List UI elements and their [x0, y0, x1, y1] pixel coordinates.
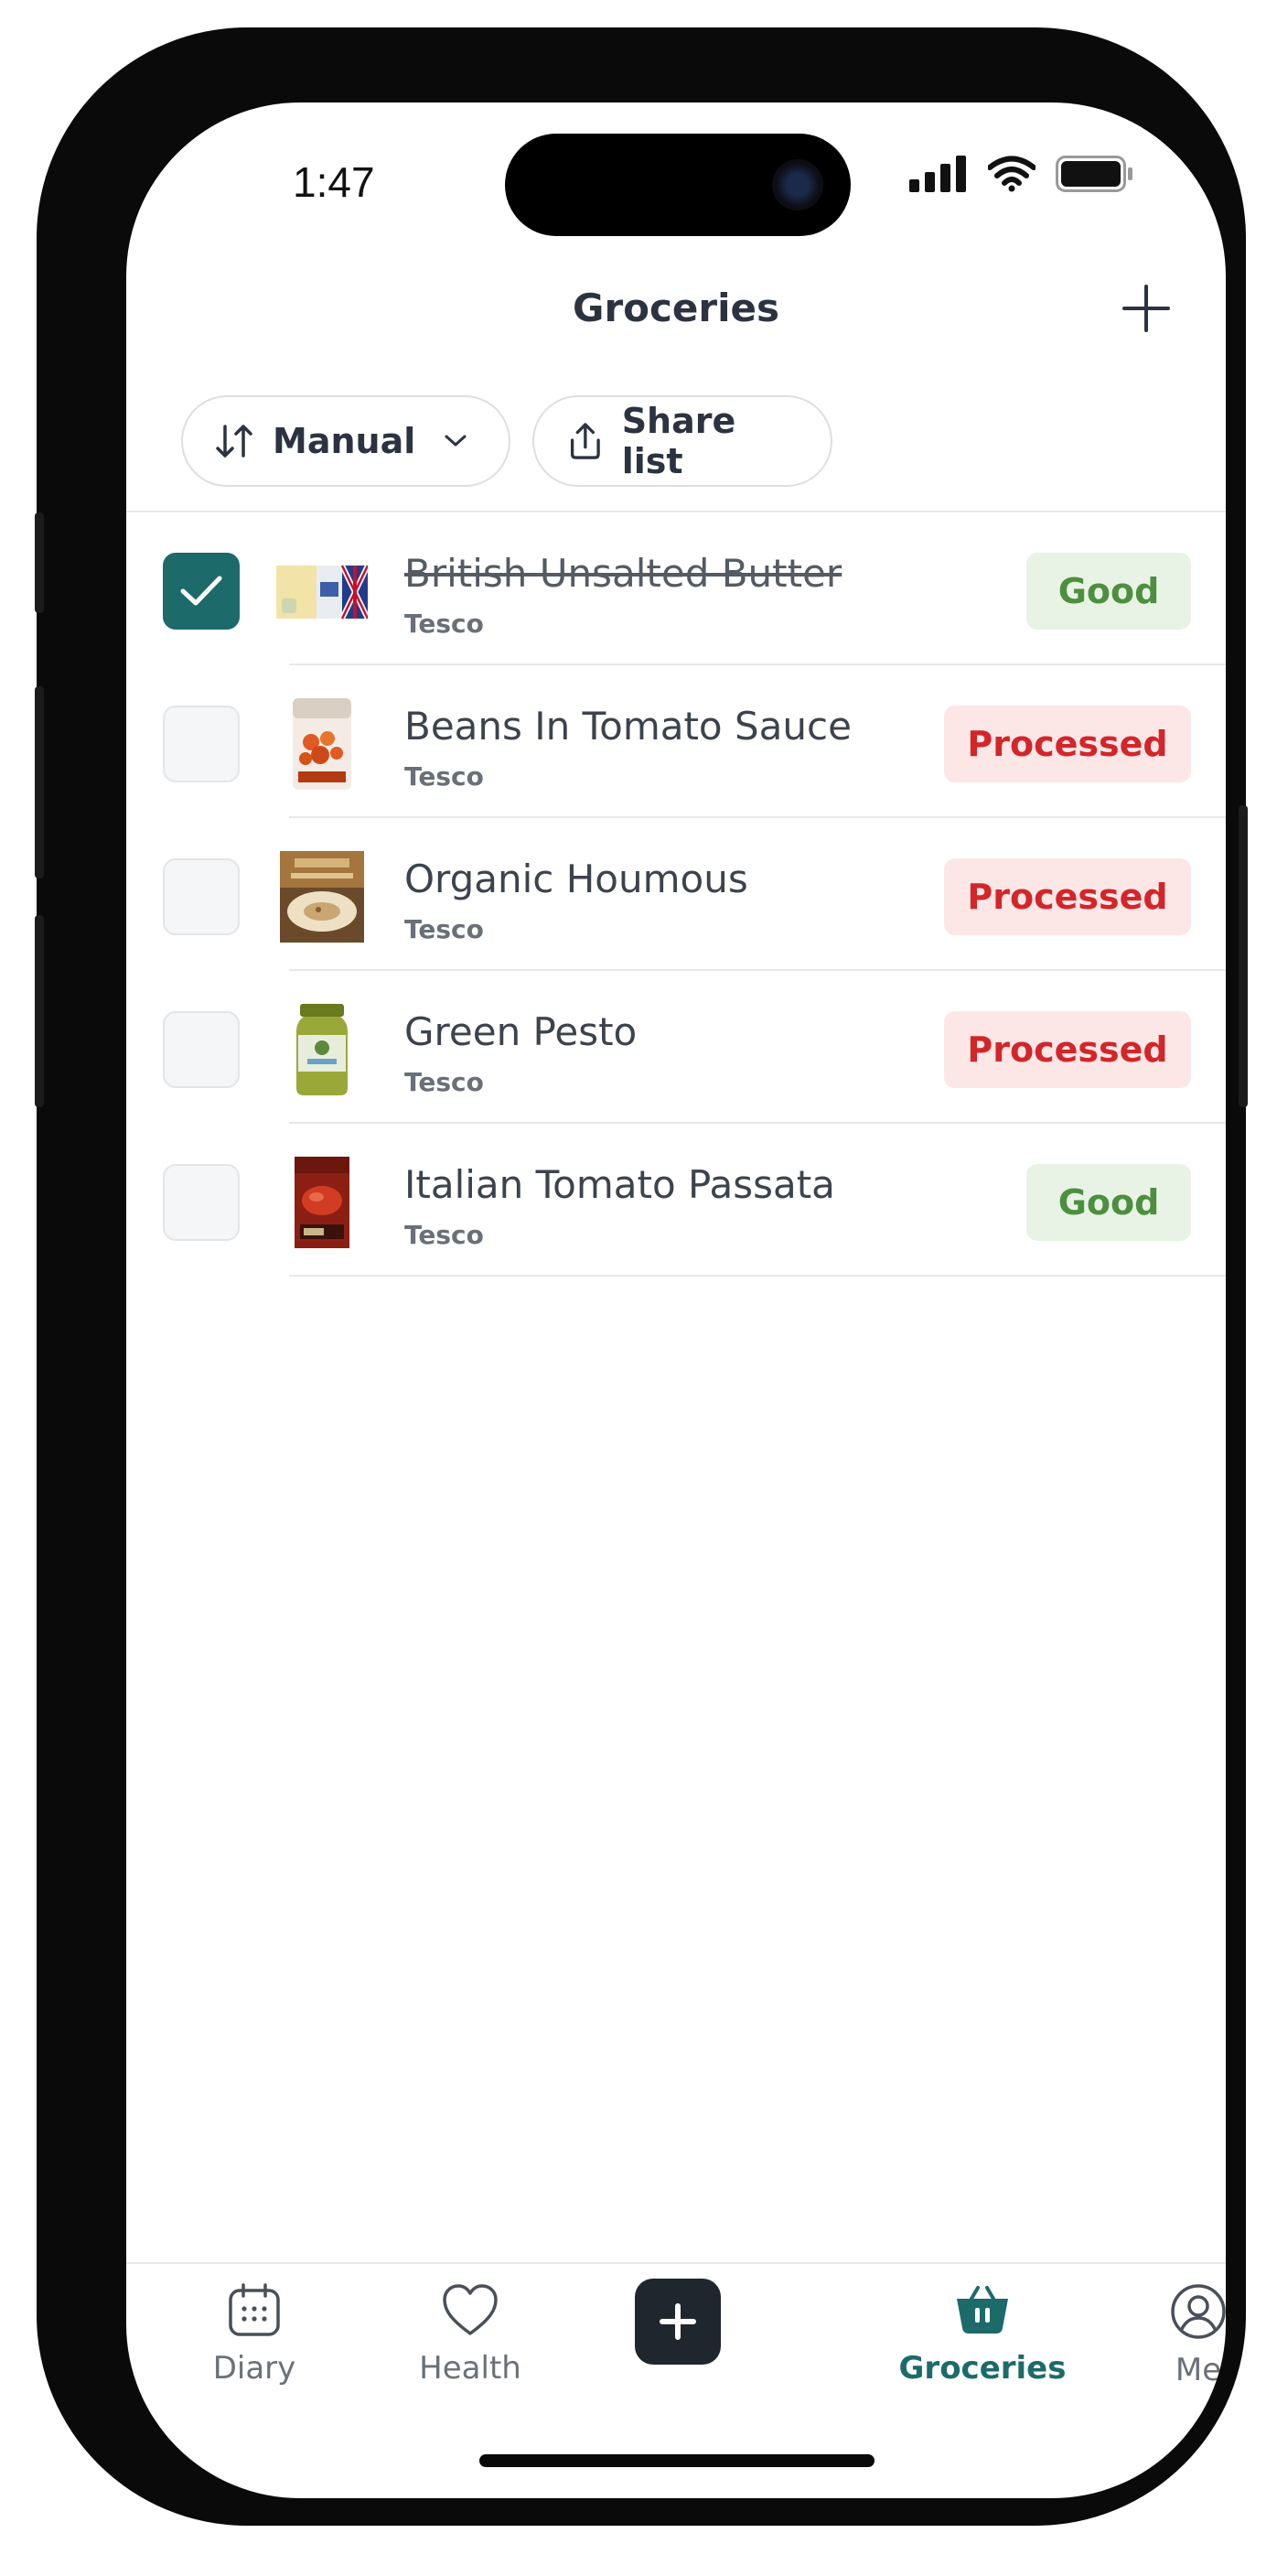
status-time: 1:47 [293, 158, 375, 206]
item-store: Tesco [404, 914, 484, 944]
bottom-nav: Diary Health Groceries Me [126, 2262, 1226, 2445]
list-item[interactable]: Italian Tomato Passata Tesco Good [126, 1124, 1226, 1277]
sort-dropdown[interactable]: Manual [181, 395, 510, 487]
volume-down-button [35, 915, 44, 1107]
list-item[interactable]: British Unsalted Butter Tesco Good [126, 512, 1226, 665]
rating-badge: Processed [944, 706, 1191, 782]
nav-me[interactable]: Me [1116, 2282, 1226, 2388]
checkmark-icon [180, 576, 222, 606]
item-checkbox[interactable] [163, 553, 240, 630]
product-image-passata [295, 1157, 349, 1248]
product-image-butter [276, 564, 368, 620]
nav-groceries[interactable]: Groceries [898, 2282, 1067, 2387]
list-item[interactable]: Green Pesto Tesco Processed [126, 971, 1226, 1124]
profile-icon [1171, 2284, 1226, 2339]
calendar-icon [229, 2283, 280, 2336]
add-item-button[interactable] [1114, 276, 1178, 340]
nav-me-label: Me [1175, 2352, 1222, 2388]
plus-icon [660, 2303, 696, 2340]
home-indicator[interactable] [479, 2454, 875, 2467]
basket-icon [957, 2286, 1008, 2333]
battery-icon [1056, 156, 1132, 192]
plus-icon [1122, 285, 1170, 332]
sort-icon [216, 425, 252, 458]
item-checkbox[interactable] [163, 706, 240, 782]
product-image-houmous [280, 851, 364, 943]
item-store: Tesco [404, 1220, 484, 1250]
item-store: Tesco [404, 609, 484, 639]
item-checkbox[interactable] [163, 1011, 240, 1088]
volume-up-button [35, 686, 44, 878]
heart-icon [443, 2284, 498, 2335]
item-name: Green Pesto [404, 1009, 638, 1054]
item-checkbox[interactable] [163, 1164, 240, 1241]
item-name: Organic Houmous [404, 857, 748, 901]
nav-health-label: Health [419, 2350, 521, 2387]
share-label: Share list [621, 401, 736, 481]
item-store: Tesco [404, 1067, 484, 1097]
product-image-beans [293, 698, 351, 790]
nav-diary[interactable]: Diary [172, 2282, 337, 2387]
power-button [1239, 805, 1248, 1107]
phone-frame: 1:47 Groceries Manual Share list British… [35, 27, 1248, 2526]
item-store: Tesco [404, 761, 484, 792]
product-image-pesto [296, 1004, 348, 1095]
sort-label: Manual [273, 421, 416, 461]
nav-diary-label: Diary [212, 2350, 296, 2387]
share-list-button[interactable]: Share list [532, 395, 832, 487]
mute-switch [35, 512, 44, 613]
chevron-down-icon [445, 435, 467, 447]
page-title: Groceries [572, 286, 780, 330]
list-item[interactable]: Beans In Tomato Sauce Tesco Processed [126, 665, 1226, 818]
grocery-list: British Unsalted Butter Tesco Good Beans… [126, 512, 1226, 1277]
list-item[interactable]: Organic Houmous Tesco Processed [126, 818, 1226, 971]
nav-groceries-label: Groceries [898, 2350, 1067, 2387]
cellular-signal-icon [909, 156, 966, 192]
rating-badge: Processed [944, 858, 1191, 935]
item-name: Beans In Tomato Sauce [404, 704, 852, 749]
item-name: Italian Tomato Passata [404, 1162, 835, 1207]
rating-badge: Processed [944, 1011, 1191, 1088]
nav-health[interactable]: Health [388, 2282, 553, 2387]
item-checkbox[interactable] [163, 858, 240, 935]
wifi-icon [988, 156, 1036, 192]
rating-badge: Good [1026, 1164, 1191, 1241]
camera-icon [772, 159, 823, 210]
quick-add-button[interactable] [635, 2279, 721, 2365]
dynamic-island [505, 134, 851, 236]
status-icons [909, 156, 1134, 192]
item-name: British Unsalted Butter [404, 551, 842, 596]
rating-badge: Good [1026, 553, 1191, 630]
app-screen: 1:47 Groceries Manual Share list British… [126, 102, 1226, 2498]
share-icon [570, 423, 600, 459]
